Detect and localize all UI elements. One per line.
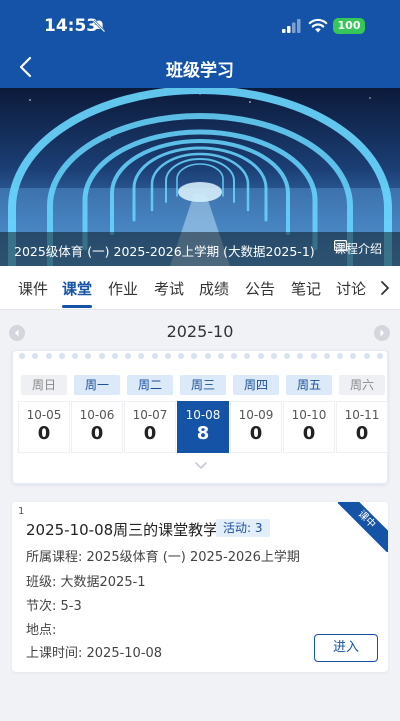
document-icon (333, 240, 347, 251)
lesson-period: 节次: 5-3 (26, 599, 82, 614)
course-intro-link[interactable]: 课程介绍 (334, 240, 382, 257)
enter-button[interactable]: 进入 (314, 634, 378, 662)
banner-caption: 2025级体育 (一) 2025-2026上学期 (大数据2025-1) 课程介… (0, 232, 400, 266)
day-cell[interactable]: 10-11 0 (336, 401, 388, 453)
day-count: 0 (37, 423, 51, 444)
week-card: 周日 周一 周二 周三 周四 周五 周六 10-05 0 10-06 0 10-… (12, 350, 388, 484)
top-bar: 14:53 100 班级学习 (0, 0, 400, 88)
week-calendar: 2025-10 周日 周一 周二 周三 周四 周五 周六 10-05 0 10-… (0, 310, 400, 486)
tab-exam[interactable]: 考试 (154, 278, 184, 299)
tab-bar: 课件 课堂 作业 考试 成绩 公告 笔记 讨论 (0, 266, 400, 310)
next-month-icon[interactable] (374, 325, 390, 341)
tab-courseware[interactable]: 课件 (18, 278, 48, 299)
day-date: 10-08 (185, 408, 221, 422)
status-ribbon: 课中 (338, 502, 388, 552)
day-date: 10-05 (26, 408, 62, 422)
weekday-thu: 周四 (233, 375, 279, 395)
page-title: 班级学习 (166, 61, 234, 81)
status-ribbon-label: 课中 (338, 502, 388, 552)
day-cell-selected[interactable]: 10-08 8 (177, 401, 229, 453)
lesson-location: 地点: (26, 623, 57, 638)
day-count: 0 (143, 423, 157, 444)
status-time: 14:53 (44, 16, 99, 36)
day-cell[interactable]: 10-05 0 (18, 401, 70, 453)
tab-homework[interactable]: 作业 (108, 278, 138, 299)
day-cell[interactable]: 10-07 0 (124, 401, 176, 453)
day-count: 0 (355, 423, 369, 444)
weekday-fri: 周五 (286, 375, 332, 395)
month-label: 2025-10 (166, 322, 234, 341)
lesson-course: 所属课程: 2025级体育 (一) 2025-2026上学期 (26, 550, 300, 565)
day-count: 0 (302, 423, 316, 444)
card-index: 1 (18, 506, 25, 517)
tab-grades[interactable]: 成绩 (199, 278, 229, 299)
weekday-sun: 周日 (21, 375, 67, 395)
chevron-down-icon[interactable] (194, 461, 208, 471)
weekday-tue: 周二 (127, 375, 173, 395)
weekday-mon: 周一 (74, 375, 120, 395)
day-count: 8 (196, 423, 210, 444)
chevron-right-icon[interactable] (378, 280, 392, 296)
battery-icon: 100 (333, 18, 365, 34)
lesson-start-time: 上课时间: 2025-10-08 (26, 646, 163, 661)
weekday-wed: 周三 (180, 375, 226, 395)
day-date: 10-11 (344, 408, 380, 422)
status-bar: 14:53 100 (0, 0, 400, 44)
mute-icon (92, 19, 106, 33)
tab-announcements[interactable]: 公告 (245, 278, 275, 299)
tab-discussion[interactable]: 讨论 (336, 278, 366, 299)
course-banner: 2025级体育 (一) 2025-2026上学期 (大数据2025-1) 课程介… (0, 88, 400, 266)
day-date: 10-07 (132, 408, 168, 422)
day-cell[interactable]: 10-10 0 (283, 401, 335, 453)
active-tab-indicator (62, 305, 92, 308)
tab-notes[interactable]: 笔记 (291, 278, 321, 299)
wifi-icon (308, 18, 328, 33)
day-date: 10-09 (238, 408, 274, 422)
weekday-sat: 周六 (339, 375, 385, 395)
day-date: 10-10 (291, 408, 327, 422)
day-date: 10-06 (79, 408, 115, 422)
tab-classroom[interactable]: 课堂 (62, 278, 92, 299)
day-cell[interactable]: 10-09 0 (230, 401, 282, 453)
lesson-card[interactable]: 1 课中 2025-10-08周三的课堂教学 活动: 3 所属课程: 2025级… (12, 502, 388, 672)
day-count: 0 (90, 423, 104, 444)
lesson-class: 班级: 大数据2025-1 (26, 575, 146, 590)
day-count: 0 (249, 423, 263, 444)
lesson-title: 2025-10-08周三的课堂教学 (26, 521, 219, 539)
calendar-binding (19, 353, 383, 359)
signal-icon (282, 19, 301, 33)
day-cell[interactable]: 10-06 0 (71, 401, 123, 453)
activity-badge: 活动: 3 (216, 519, 270, 537)
course-name: 2025级体育 (一) 2025-2026上学期 (大数据2025-1) (14, 244, 315, 259)
